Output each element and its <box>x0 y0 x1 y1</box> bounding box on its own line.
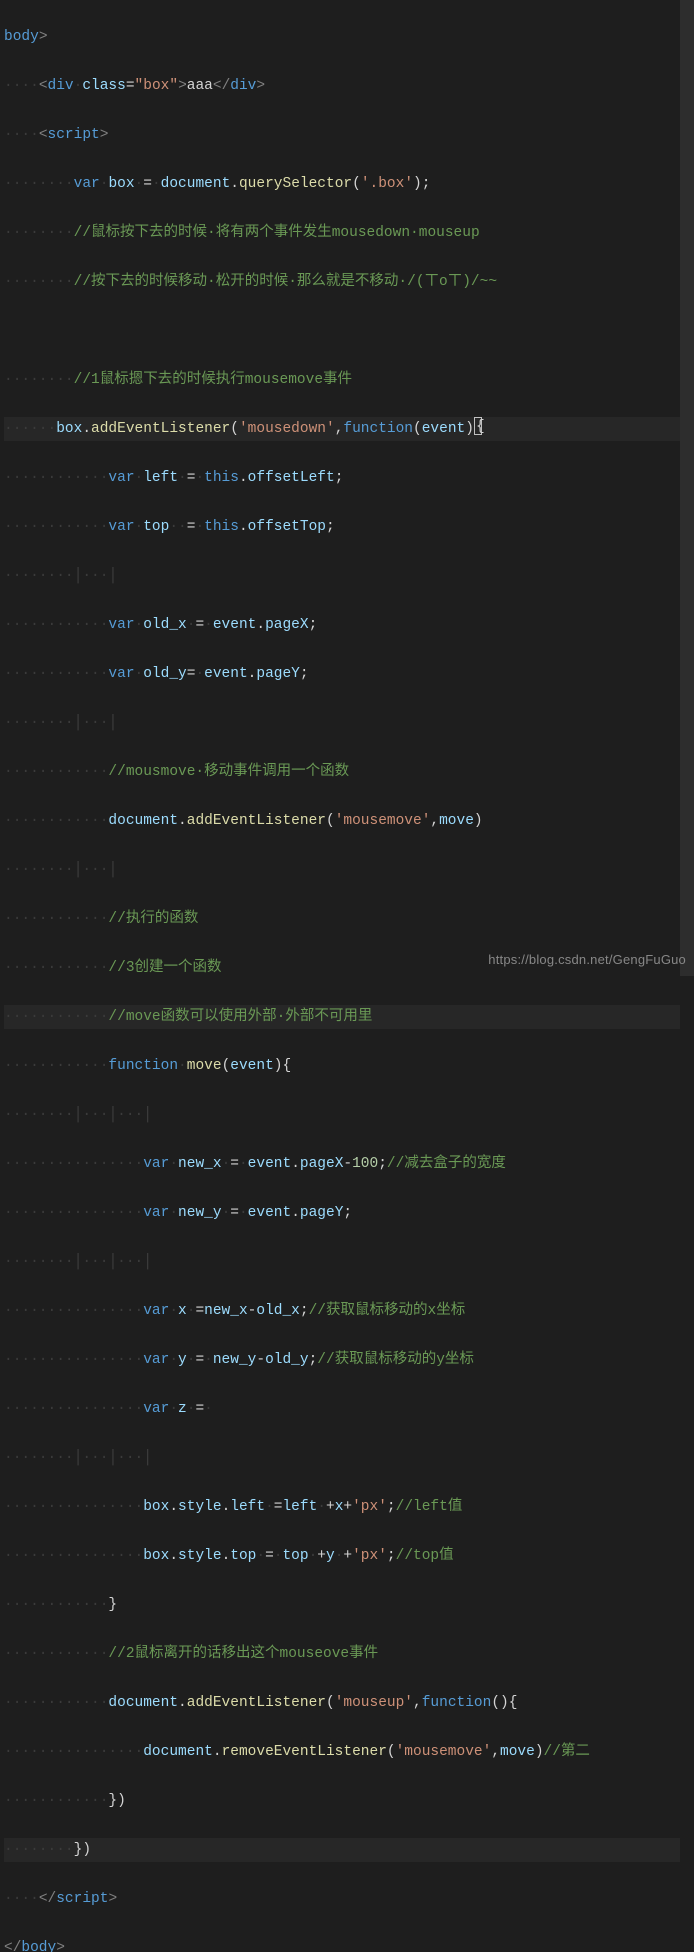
code-line: ············//move函数可以使用外部·外部不可用里 <box>4 1005 680 1030</box>
code-line: ············document.addEventListener('m… <box>4 809 680 834</box>
code-line: ············//mousmove·移动事件调用一个函数 <box>4 760 680 785</box>
code-line: ····</script> <box>4 1887 680 1912</box>
code-line: ········//按下去的时候移动·松开的时候·那么就是不移动·/(ㄒoㄒ)/… <box>4 270 680 295</box>
code-line: ············var·top··=·this.offsetTop; <box>4 515 680 540</box>
code-line: ················var·y·=·new_y-old_y;//获取… <box>4 1348 680 1373</box>
code-line: ········│···│···│ <box>4 1446 680 1471</box>
code-line: ············//执行的函数 <box>4 907 680 932</box>
code-line: ················var·z·=· <box>4 1397 680 1422</box>
code-line: ········//鼠标按下去的时候·将有两个事件发生mousedown·mou… <box>4 221 680 246</box>
code-line: ········│···│···│ <box>4 1250 680 1275</box>
cursor-bracket: { <box>474 417 482 435</box>
code-line: ················var·new_x·=·event.pageX-… <box>4 1152 680 1177</box>
code-line: ············} <box>4 1593 680 1618</box>
code-line: ········│···│ <box>4 711 680 736</box>
code-line: ········//1鼠标摁下去的时候执行mousemove事件 <box>4 368 680 393</box>
code-line: ········│···│ <box>4 858 680 883</box>
code-line <box>4 319 680 344</box>
code-line: ············//2鼠标离开的话移出这个mouseove事件 <box>4 1642 680 1667</box>
code-line: </body> <box>4 1936 680 1952</box>
code-line: ····<script> <box>4 123 680 148</box>
code-editor[interactable]: body> ····<div·class="box">aaa</div> ···… <box>0 0 694 976</box>
code-line-highlighted: ······box.addEventListener('mousedown',f… <box>4 417 680 442</box>
code-line: ············var·old_x·=·event.pageX; <box>4 613 680 638</box>
code-line: ················var·new_y·=·event.pageY; <box>4 1201 680 1226</box>
code-line: ····<div·class="box">aaa</div> <box>4 74 680 99</box>
watermark-text: https://blog.csdn.net/GengFuGuo <box>488 948 686 973</box>
code-line: ················var·x·=new_x-old_x;//获取鼠… <box>4 1299 680 1324</box>
code-line: ········var·box·=·document.querySelector… <box>4 172 680 197</box>
code-line: ············function·move(event){ <box>4 1054 680 1079</box>
code-line: ········│···│ <box>4 564 680 589</box>
code-line: ················box.style.left·=left·+x+… <box>4 1495 680 1520</box>
code-line: ········}) <box>4 1838 680 1863</box>
code-line: ········│···│···│ <box>4 1103 680 1128</box>
code-line: ················box.style.top·=·top·+y·+… <box>4 1544 680 1569</box>
code-line: ············var·left·=·this.offsetLeft; <box>4 466 680 491</box>
code-line: ············}) <box>4 1789 680 1814</box>
code-line: ············document.addEventListener('m… <box>4 1691 680 1716</box>
code-line: body> <box>4 25 680 50</box>
code-line: ············var·old_y=·event.pageY; <box>4 662 680 687</box>
code-line: ················document.removeEventList… <box>4 1740 680 1765</box>
